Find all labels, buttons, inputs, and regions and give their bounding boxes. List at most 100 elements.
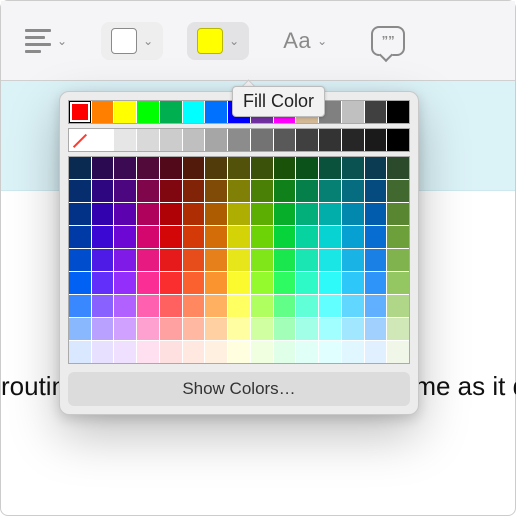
color-swatch[interactable] bbox=[228, 203, 250, 225]
color-swatch[interactable] bbox=[114, 180, 136, 202]
color-swatch[interactable] bbox=[365, 295, 387, 317]
color-swatch[interactable] bbox=[114, 203, 136, 225]
color-swatch[interactable] bbox=[319, 203, 341, 225]
color-swatch[interactable] bbox=[228, 226, 250, 248]
color-swatch[interactable] bbox=[92, 272, 114, 294]
color-swatch[interactable] bbox=[274, 341, 296, 363]
color-swatch[interactable] bbox=[114, 295, 136, 317]
color-swatch[interactable] bbox=[160, 341, 182, 363]
color-swatch[interactable] bbox=[365, 157, 387, 179]
color-swatch[interactable] bbox=[69, 226, 91, 248]
color-swatch[interactable] bbox=[228, 249, 250, 271]
color-swatch[interactable] bbox=[365, 249, 387, 271]
color-swatch[interactable] bbox=[251, 180, 273, 202]
color-swatch[interactable] bbox=[92, 157, 114, 179]
color-swatch[interactable] bbox=[228, 157, 250, 179]
color-swatch[interactable] bbox=[92, 318, 114, 340]
color-swatch[interactable] bbox=[114, 272, 136, 294]
color-swatch[interactable] bbox=[296, 272, 318, 294]
color-swatch[interactable] bbox=[387, 272, 409, 294]
color-swatch[interactable] bbox=[296, 295, 318, 317]
color-swatch[interactable] bbox=[69, 341, 91, 363]
color-swatch[interactable] bbox=[251, 249, 273, 271]
color-swatch[interactable] bbox=[114, 318, 136, 340]
color-swatch[interactable] bbox=[228, 295, 250, 317]
color-swatch[interactable] bbox=[319, 249, 341, 271]
color-swatch[interactable] bbox=[387, 295, 409, 317]
color-swatch[interactable] bbox=[296, 157, 318, 179]
color-swatch[interactable] bbox=[342, 226, 364, 248]
color-swatch[interactable] bbox=[365, 272, 387, 294]
color-swatch[interactable] bbox=[205, 129, 227, 151]
color-swatch[interactable] bbox=[365, 226, 387, 248]
color-swatch[interactable] bbox=[274, 318, 296, 340]
color-swatch[interactable] bbox=[205, 272, 227, 294]
color-swatch[interactable] bbox=[319, 129, 341, 151]
color-swatch[interactable] bbox=[69, 203, 91, 225]
color-swatch[interactable] bbox=[160, 129, 182, 151]
color-swatch[interactable] bbox=[387, 249, 409, 271]
color-swatch[interactable] bbox=[387, 157, 409, 179]
color-swatch[interactable] bbox=[69, 249, 91, 271]
color-swatch[interactable] bbox=[342, 157, 364, 179]
color-swatch[interactable] bbox=[160, 157, 182, 179]
color-swatch[interactable] bbox=[183, 129, 205, 151]
color-swatch[interactable] bbox=[274, 272, 296, 294]
color-swatch[interactable] bbox=[251, 157, 273, 179]
color-swatch[interactable] bbox=[365, 180, 387, 202]
color-swatch[interactable] bbox=[137, 129, 159, 151]
color-swatch[interactable] bbox=[160, 180, 182, 202]
color-swatch[interactable] bbox=[137, 203, 159, 225]
color-swatch[interactable] bbox=[137, 341, 159, 363]
color-swatch[interactable] bbox=[69, 180, 91, 202]
color-swatch[interactable] bbox=[183, 295, 205, 317]
color-swatch[interactable] bbox=[319, 180, 341, 202]
color-swatch[interactable] bbox=[137, 272, 159, 294]
color-swatch[interactable] bbox=[69, 318, 91, 340]
fill-color-button[interactable]: ⌄ bbox=[187, 22, 249, 60]
color-swatch[interactable] bbox=[114, 101, 136, 123]
color-swatch[interactable] bbox=[296, 249, 318, 271]
color-swatch[interactable] bbox=[92, 341, 114, 363]
color-swatch[interactable] bbox=[274, 249, 296, 271]
color-swatch[interactable] bbox=[92, 203, 114, 225]
color-swatch[interactable] bbox=[92, 226, 114, 248]
color-swatch[interactable] bbox=[251, 318, 273, 340]
border-color-button[interactable]: ⌄ bbox=[101, 22, 163, 60]
color-swatch[interactable] bbox=[387, 226, 409, 248]
color-swatch[interactable] bbox=[160, 272, 182, 294]
color-swatch[interactable] bbox=[205, 249, 227, 271]
color-swatch[interactable] bbox=[387, 101, 409, 123]
color-swatch[interactable] bbox=[205, 101, 227, 123]
color-swatch[interactable] bbox=[387, 318, 409, 340]
color-swatch[interactable] bbox=[160, 295, 182, 317]
color-swatch[interactable] bbox=[365, 318, 387, 340]
color-swatch[interactable] bbox=[92, 249, 114, 271]
color-swatch[interactable] bbox=[228, 341, 250, 363]
color-swatch[interactable] bbox=[69, 272, 91, 294]
color-swatch[interactable] bbox=[296, 129, 318, 151]
color-swatch[interactable] bbox=[387, 341, 409, 363]
color-swatch[interactable] bbox=[274, 295, 296, 317]
color-swatch[interactable] bbox=[92, 129, 114, 151]
blockquote-button[interactable]: ”” bbox=[361, 20, 415, 62]
color-swatch[interactable] bbox=[342, 295, 364, 317]
no-color-swatch[interactable] bbox=[69, 129, 91, 151]
color-swatch[interactable] bbox=[183, 272, 205, 294]
color-swatch[interactable] bbox=[342, 272, 364, 294]
paragraph-style-button[interactable]: ⌄ bbox=[15, 23, 77, 59]
color-swatch[interactable] bbox=[319, 341, 341, 363]
color-swatch[interactable] bbox=[183, 226, 205, 248]
color-swatch[interactable] bbox=[296, 180, 318, 202]
color-swatch[interactable] bbox=[183, 203, 205, 225]
color-swatch[interactable] bbox=[205, 180, 227, 202]
color-swatch[interactable] bbox=[137, 249, 159, 271]
color-swatch[interactable] bbox=[296, 341, 318, 363]
color-swatch[interactable] bbox=[319, 157, 341, 179]
color-swatch[interactable] bbox=[251, 341, 273, 363]
color-swatch[interactable] bbox=[274, 226, 296, 248]
color-swatch[interactable] bbox=[365, 341, 387, 363]
color-swatch[interactable] bbox=[251, 295, 273, 317]
color-swatch[interactable] bbox=[114, 341, 136, 363]
color-swatch[interactable] bbox=[387, 129, 409, 151]
